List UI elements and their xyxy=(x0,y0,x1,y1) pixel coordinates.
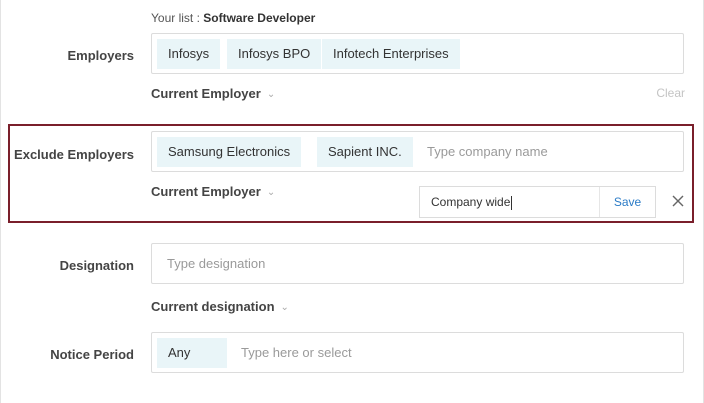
company-scope-text: Company wide xyxy=(431,195,511,209)
exclude-tag-samsung[interactable]: Samsung Electronics xyxy=(157,137,302,167)
employer-tag-infosys-bpo[interactable]: Infosys BPO xyxy=(227,39,322,69)
close-icon[interactable] xyxy=(670,193,686,209)
notice-period-placeholder: Type here or select xyxy=(241,345,352,360)
employers-input[interactable]: Infosys Infosys BPO Infotech Enterprises xyxy=(151,33,684,74)
designation-placeholder: Type designation xyxy=(167,256,266,271)
save-button[interactable]: Save xyxy=(599,187,655,217)
exclude-tag-sapient[interactable]: Sapient INC. xyxy=(317,137,413,167)
your-list-prefix: Your list : xyxy=(151,11,200,25)
employers-dropdown-label: Current Employer xyxy=(151,86,261,101)
employers-label: Employers xyxy=(67,48,134,63)
chevron-down-icon: ⌄ xyxy=(280,302,289,313)
clear-button[interactable]: Clear xyxy=(656,86,685,100)
company-scope-value: Company wide xyxy=(431,187,513,217)
exclude-employers-input[interactable]: Samsung Electronics Sapient INC. Type co… xyxy=(151,131,684,172)
designation-label: Designation xyxy=(59,258,134,273)
chevron-down-icon: ⌄ xyxy=(266,89,276,100)
exclude-dropdown-label: Current Employer xyxy=(151,184,261,199)
notice-period-input[interactable]: Any Type here or select xyxy=(151,332,684,373)
chevron-down-icon: ⌄ xyxy=(266,187,276,198)
designation-dropdown-label: Current designation xyxy=(151,299,275,314)
your-list-value: Software Developer xyxy=(203,11,316,25)
your-list-info: Your list : Software Developer xyxy=(151,11,315,25)
employer-tag-infosys[interactable]: Infosys xyxy=(157,39,221,69)
notice-tag-any[interactable]: Any xyxy=(157,338,227,368)
text-caret xyxy=(511,195,513,210)
exclude-employers-label: Exclude Employers xyxy=(14,147,134,162)
exclude-employers-placeholder: Type company name xyxy=(427,144,548,159)
company-scope-input[interactable]: Company wide Save xyxy=(419,186,656,218)
current-designation-dropdown[interactable]: Current designation ⌄ xyxy=(151,299,289,314)
exclude-current-employer-dropdown[interactable]: Current Employer ⌄ xyxy=(151,184,275,199)
employer-tag-infotech[interactable]: Infotech Enterprises xyxy=(322,39,460,69)
employers-current-employer-dropdown[interactable]: Current Employer ⌄ xyxy=(151,86,275,101)
notice-period-label: Notice Period xyxy=(50,347,134,362)
designation-input[interactable]: Type designation xyxy=(151,243,684,284)
